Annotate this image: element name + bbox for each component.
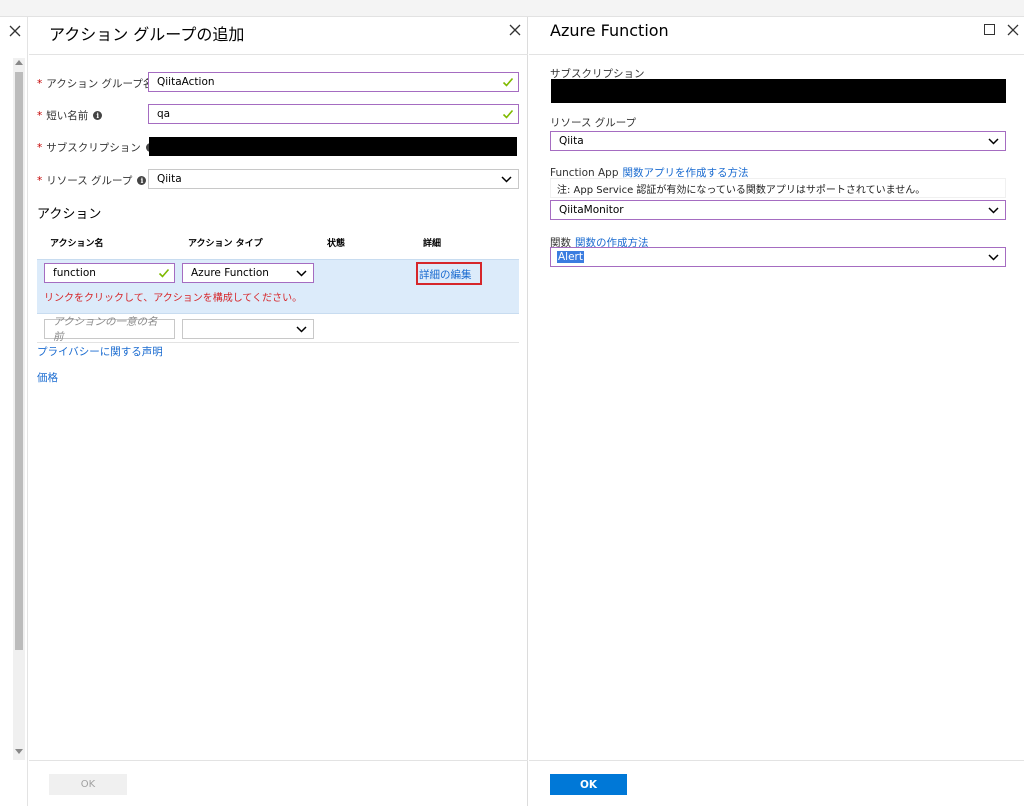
- resource-group-label: リソース グループ: [550, 117, 637, 129]
- action-type-select[interactable]: Azure Function: [182, 263, 314, 283]
- chevron-down-icon: [501, 176, 512, 183]
- divider: [529, 760, 1024, 761]
- required-marker: *: [37, 109, 43, 122]
- subscription-redacted[interactable]: [551, 79, 1006, 103]
- group-name-input[interactable]: QiitaAction: [148, 72, 519, 92]
- scroll-up-icon[interactable]: [15, 60, 23, 65]
- chevron-down-icon: [296, 270, 307, 277]
- new-action-type-select[interactable]: [182, 319, 314, 339]
- col-header-name: アクション名: [50, 239, 104, 249]
- divider: [29, 54, 528, 55]
- check-icon: [158, 268, 170, 278]
- required-marker: *: [37, 141, 43, 154]
- close-icon[interactable]: [8, 24, 22, 38]
- blade-title: アクション グループの追加: [49, 25, 245, 44]
- label-text: サブスクリプション: [46, 142, 141, 154]
- function-app-label: Function App: [550, 166, 619, 179]
- select-value: Azure Function: [191, 267, 269, 279]
- close-icon[interactable]: [1006, 23, 1020, 37]
- divider: [29, 760, 528, 761]
- subscription-redacted[interactable]: [149, 137, 517, 156]
- subscription-label: * サブスクリプション i: [37, 140, 155, 155]
- select-value: Qiita: [157, 173, 182, 185]
- function-select[interactable]: Alert: [550, 247, 1006, 267]
- info-icon[interactable]: i: [93, 111, 103, 120]
- col-header-details: 詳細: [423, 239, 442, 249]
- required-marker: *: [37, 174, 43, 187]
- scroll-down-icon[interactable]: [15, 749, 23, 754]
- info-icon[interactable]: i: [137, 176, 147, 185]
- input-placeholder: アクションの一意の名前: [53, 316, 158, 343]
- col-header-type: アクション タイプ: [188, 239, 263, 249]
- check-icon: [502, 109, 514, 119]
- add-action-group-blade: [29, 17, 528, 806]
- col-header-status: 状態: [327, 239, 346, 249]
- scrollbar-thumb[interactable]: [15, 72, 23, 650]
- select-value: Qiita: [559, 135, 584, 147]
- ok-button-disabled[interactable]: OK: [49, 774, 127, 795]
- top-bar: [0, 0, 1024, 17]
- privacy-link[interactable]: プライバシーに関する声明: [37, 344, 163, 359]
- pricing-link[interactable]: 価格: [37, 370, 58, 385]
- input-value: QiitaAction: [157, 76, 215, 88]
- actions-section-title: アクション: [37, 207, 102, 222]
- required-marker: *: [37, 77, 43, 90]
- edit-details-link[interactable]: 詳細の編集: [419, 267, 472, 282]
- label-text: リソース グループ: [46, 175, 133, 187]
- chevron-down-icon: [988, 254, 999, 261]
- short-name-label: * 短い名前 i: [37, 108, 103, 123]
- blade-title: Azure Function: [550, 21, 669, 40]
- chevron-down-icon: [988, 207, 999, 214]
- label-text: アクション グループ名: [46, 78, 154, 90]
- maximize-icon[interactable]: [984, 24, 995, 35]
- resource-group-select[interactable]: Qiita: [148, 169, 519, 189]
- function-app-note: 注: App Service 認証が有効になっている関数アプリはサポートされてい…: [550, 178, 1006, 198]
- resource-group-label: * リソース グループ i: [37, 173, 147, 188]
- new-action-name-input[interactable]: アクションの一意の名前: [44, 316, 175, 343]
- chevron-down-icon: [988, 138, 999, 145]
- divider: [529, 54, 1024, 55]
- check-icon: [502, 77, 514, 87]
- input-value: function: [53, 267, 96, 279]
- divider: [37, 342, 519, 343]
- select-value-highlighted: Alert: [557, 251, 584, 263]
- function-app-select[interactable]: QiitaMonitor: [550, 200, 1006, 220]
- close-icon[interactable]: [508, 23, 522, 37]
- select-value: QiitaMonitor: [559, 204, 624, 216]
- action-name-input[interactable]: function: [44, 263, 175, 283]
- resource-group-select[interactable]: Qiita: [550, 131, 1006, 151]
- ok-button[interactable]: OK: [550, 774, 627, 795]
- input-value: qa: [157, 108, 171, 120]
- label-text: 短い名前: [46, 110, 89, 122]
- chevron-down-icon: [296, 326, 307, 333]
- action-error-message: リンクをクリックして、アクションを構成してください。: [44, 293, 303, 304]
- short-name-input[interactable]: qa: [148, 104, 519, 124]
